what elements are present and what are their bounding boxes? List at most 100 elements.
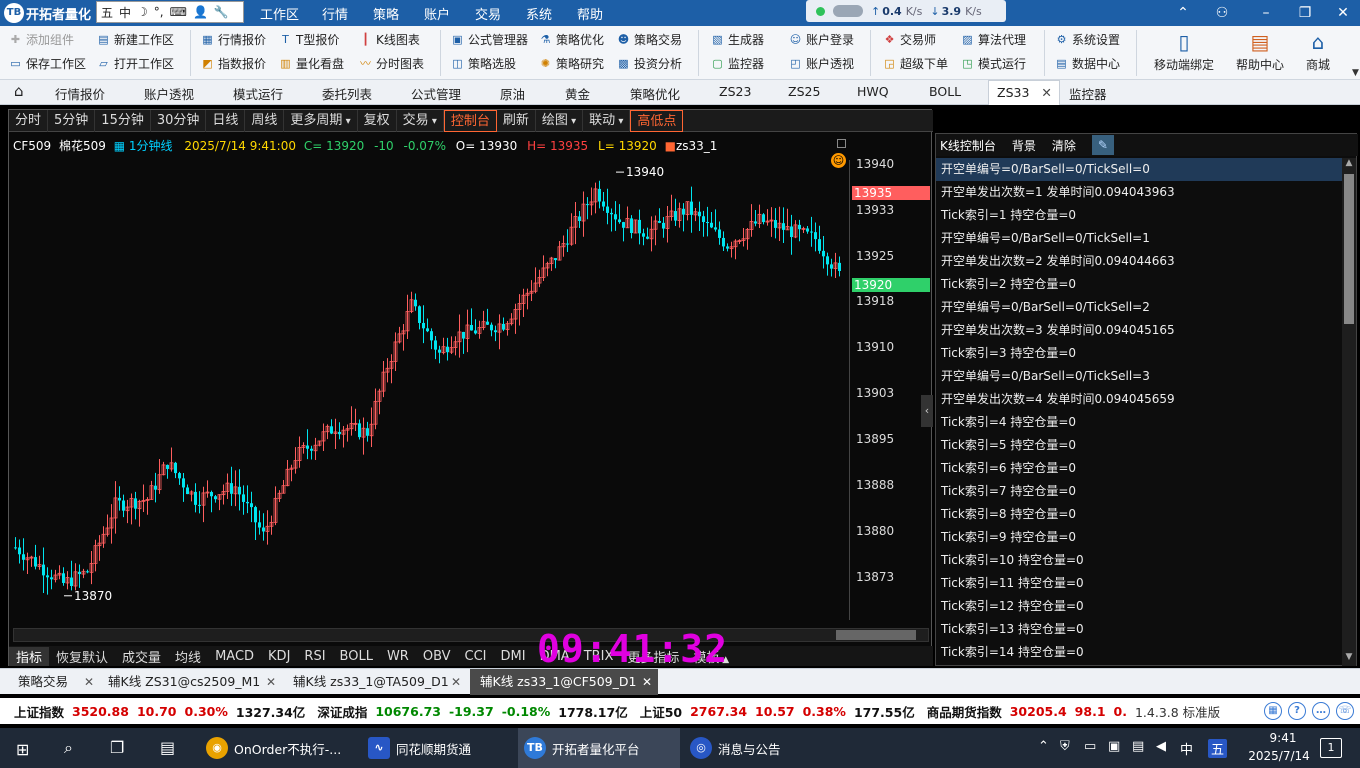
quote-button[interactable]: ▦ 行情报价 [200,29,266,49]
network-toggle[interactable] [833,5,863,17]
scroll-down-icon[interactable]: ▼ [1342,652,1356,666]
indicator-kdj[interactable]: KDJ [261,649,297,664]
display-icon[interactable]: ▣ [1108,739,1120,754]
background-button[interactable]: 背景 [1012,137,1036,154]
tab-formula[interactable]: 公式管理 [411,84,461,103]
tab-hwq[interactable]: HWQ [857,84,889,99]
refresh-button[interactable]: 刷新 [497,109,536,132]
period-timeshare[interactable]: 分时 [9,109,49,132]
user-settings-icon[interactable]: ⚇ [1212,3,1232,23]
period-30min[interactable]: 30分钟 [151,109,207,132]
chart-maximize-icon[interactable] [837,139,846,148]
data-center-button[interactable]: ▤ 数据中心 [1054,53,1120,73]
strategy-trade-button[interactable]: ☻ 策略交易 [616,29,682,49]
indicator-cci[interactable]: CCI [458,649,494,664]
console-log-row[interactable]: Tick索引=11 持空仓量=0 [936,572,1342,595]
tab-zs23[interactable]: ZS23 [719,84,751,99]
minimize-button[interactable]: – [1256,3,1276,23]
tab-strategy-optimize[interactable]: 策略优化 [630,84,680,103]
t-quote-button[interactable]: T T型报价 [278,29,339,49]
tab-order-list[interactable]: 委托列表 [322,84,372,103]
tab-quote[interactable]: 行情报价 [55,84,105,103]
draw-dropdown[interactable]: 绘图 [536,109,584,132]
timeshare-chart-button[interactable]: 〰分时图表 [358,53,424,73]
trader-button[interactable]: ❖ 交易师 [882,29,936,49]
taskbar-app-chrome[interactable]: ◉ OnOrder不执行-... [200,728,360,768]
tray-chevron-icon[interactable]: ⌃ [1038,739,1049,754]
restore-default-button[interactable]: 恢复默认 [49,647,115,666]
btab-zs33-ta509[interactable]: 辅K线 zs33_1@TA509_D1 ✕ [283,669,467,695]
console-log-row[interactable]: 开空单编号=0/BarSell=0/TickSell=1 [936,227,1342,250]
btab-zs33-cf509[interactable]: 辅K线 zs33_1@CF509_D1 ✕ [470,669,658,695]
monitor-button[interactable]: ▢ 监控器 [710,53,764,73]
console-log-row[interactable]: 开空单发出次数=4 发单时间0.094045659 [936,388,1342,411]
ime-wubi-icon[interactable]: 五 [101,4,113,21]
period-daily[interactable]: 日线 [206,109,246,132]
tab-zs33[interactable]: ZS33 ✕ [988,80,1060,105]
strategy-research-button[interactable]: ✺ 策略研究 [538,53,604,73]
restore-button[interactable]: ❐ [1295,3,1315,23]
menu-workspace[interactable]: 工作区 [260,4,299,23]
menu-system[interactable]: 系统 [526,4,552,23]
console-log-row[interactable]: 开空单发出次数=2 发单时间0.094044663 [936,250,1342,273]
close-tab-icon[interactable]: ✕ [84,669,94,695]
adjust-button[interactable]: 复权 [358,109,397,132]
scrollbar-thumb[interactable] [1344,174,1354,324]
chevron-up-icon[interactable]: ⌃ [1173,3,1193,23]
tab-mode-run[interactable]: 模式运行 [233,84,283,103]
service-icon[interactable]: ☏ [1336,702,1354,720]
account-view-button[interactable]: ◰ 账户透视 [788,53,854,73]
new-workspace-button[interactable]: ▤ 新建工作区 [96,29,174,49]
console-log-row[interactable]: Tick索引=3 持空仓量=0 [936,342,1342,365]
grid-view-icon[interactable]: ▦ [1264,702,1282,720]
chart-horizontal-scrollbar[interactable] [13,628,929,642]
console-log-row[interactable]: Tick索引=14 持空仓量=0 [936,641,1342,664]
windows-start-icon[interactable]: ⊞ [16,740,29,759]
btab-strategy-trade[interactable]: 策略交易 ✕ [8,669,100,695]
period-more[interactable]: 更多周期 [284,109,358,132]
indicator-volume[interactable]: 成交量 [115,647,168,666]
taskbar-app-tb[interactable]: TB 开拓者量化平台 [518,728,680,768]
panel-collapse-icon[interactable]: ‹ [921,395,933,427]
add-component-button[interactable]: ✚ 添加组件 [8,29,74,49]
indicator-dmi[interactable]: DMI [494,649,533,664]
generator-button[interactable]: ▧ 生成器 [710,29,764,49]
console-log-row[interactable]: Tick索引=10 持空仓量=0 [936,549,1342,572]
indicator-tab[interactable]: 指标 [9,646,50,666]
tab-crude-oil[interactable]: 原油 [500,84,525,103]
close-tab-icon[interactable]: ✕ [266,669,276,695]
indicator-ma[interactable]: 均线 [168,647,208,666]
tab-monitor[interactable]: 监控器 [1069,84,1107,103]
help-icon[interactable]: ? [1288,702,1306,720]
kline-button[interactable]: ┃ K线图表 [358,29,420,49]
candlestick-plot[interactable]: 13940 13870 [10,160,848,620]
indicator-wr[interactable]: WR [380,649,416,664]
console-log-row[interactable]: Tick索引=6 持空仓量=0 [936,457,1342,480]
console-log-row[interactable]: Tick索引=7 持空仓量=0 [936,480,1342,503]
menu-strategy[interactable]: 策略 [373,4,399,23]
ime-chinese-mode[interactable]: 中 [119,4,131,21]
trade-dropdown[interactable]: 交易 [397,109,444,132]
home-icon[interactable]: ⌂ [14,82,24,100]
menu-help[interactable]: 帮助 [577,4,603,23]
menu-trade[interactable]: 交易 [475,4,501,23]
close-tab-icon[interactable]: ✕ [451,669,461,695]
network-icon[interactable]: ▭ [1084,739,1096,754]
console-log-row[interactable]: Tick索引=4 持空仓量=0 [936,411,1342,434]
ime-user-icon[interactable]: 👤 [193,5,208,19]
tab-boll[interactable]: BOLL [929,84,961,99]
pin-icon[interactable]: ✎ [1091,135,1114,155]
ime-toolbar[interactable]: 五 中 ☽ °, ⌨ 👤 🔧 [96,1,244,23]
index-quote-button[interactable]: ◩ 指数报价 [200,53,266,73]
menu-account[interactable]: 账户 [424,4,450,23]
mode-run-button[interactable]: ◳ 模式运行 [960,53,1026,73]
console-log-row[interactable]: 开空单编号=0/BarSell=0/TickSell=3 [936,365,1342,388]
indicator-rsi[interactable]: RSI [297,649,332,664]
stock-pick-button[interactable]: ◫ 策略选股 [450,53,516,73]
high-low-button[interactable]: 高低点 [630,109,684,132]
tab-zs25[interactable]: ZS25 [788,84,820,99]
close-button[interactable]: ✕ [1333,3,1353,23]
open-workspace-button[interactable]: ▱ 打开工作区 [96,53,174,73]
scrollbar-thumb[interactable] [836,630,916,640]
close-tab-icon[interactable]: ✕ [642,669,652,695]
